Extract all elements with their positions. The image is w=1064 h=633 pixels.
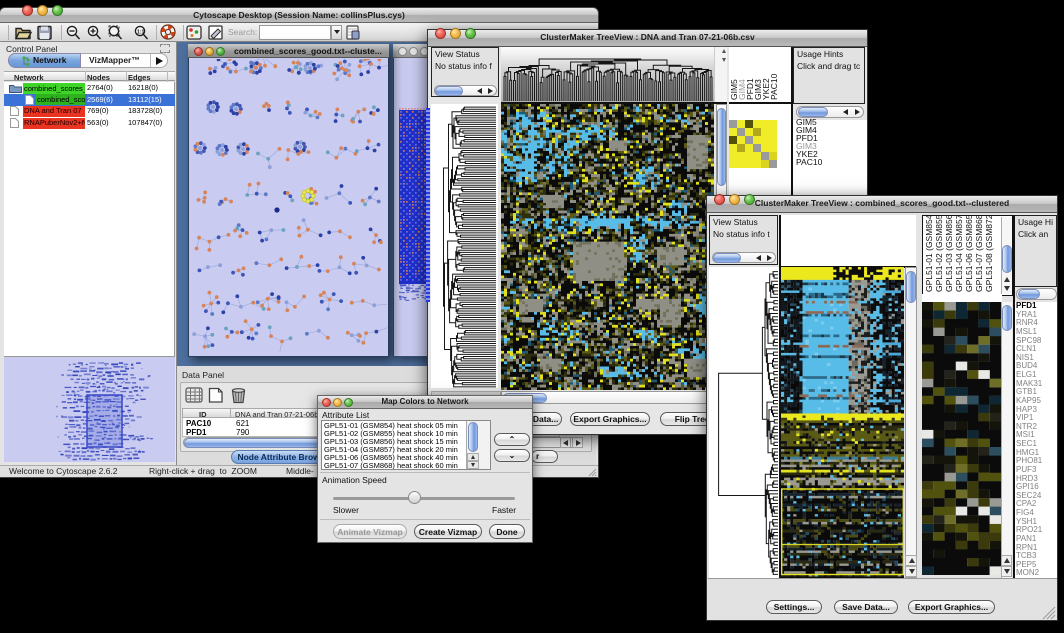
svg-text:GPL51-07 (GSM868): GPL51-07 (GSM868) xyxy=(974,216,984,292)
svg-text:GPL51-08 (GSM872): GPL51-08 (GSM872) xyxy=(984,216,994,292)
svg-text:GPL51-02 (GSM855): GPL51-02 (GSM855) xyxy=(934,216,944,292)
svg-text:GPL51-01 (GSM854): GPL51-01 (GSM854) xyxy=(924,216,934,292)
svg-text:GPL51-03 (GSM856): GPL51-03 (GSM856) xyxy=(944,216,954,292)
svg-text:GPL51-04 (GSM857): GPL51-04 (GSM857) xyxy=(954,216,964,292)
svg-text:GPL51-06 (GSM865): GPL51-06 (GSM865) xyxy=(964,216,974,292)
